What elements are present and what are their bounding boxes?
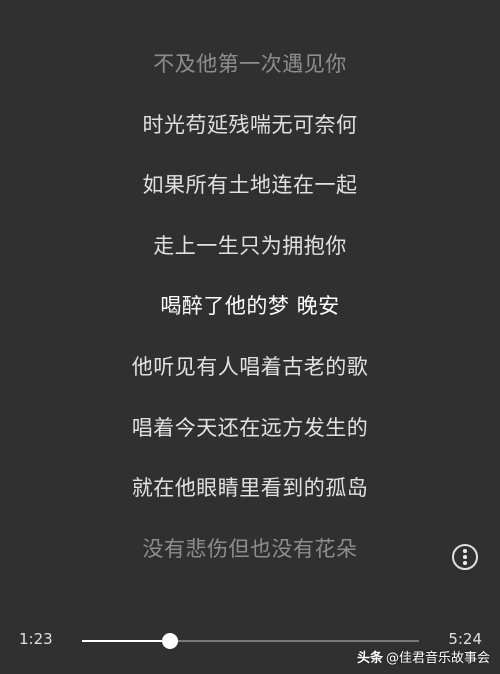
lyrics-screen: 不及他第一次遇见你 时光苟延残喘无可奈何 如果所有土地连在一起 走上一生只为拥抱你 喝醉… <box>0 0 500 674</box>
lyric-line[interactable]: 时光苟延残喘无可奈何 <box>0 95 500 156</box>
lyric-line[interactable]: 不及他第一次遇见你 <box>0 34 500 95</box>
lyrics-list: 不及他第一次遇见你 时光苟延残喘无可奈何 如果所有土地连在一起 走上一生只为拥抱你 喝醉… <box>0 34 500 579</box>
watermark: 头条 @佳君音乐故事会 <box>357 647 490 666</box>
watermark-brand: 头条 <box>356 651 383 666</box>
lyric-line-current[interactable]: 喝醉了他的梦 晚安 <box>0 276 500 337</box>
watermark-account: @佳君音乐故事会 <box>385 651 490 666</box>
seek-progress <box>82 640 170 642</box>
more-vertical-icon <box>463 549 467 553</box>
lyric-line[interactable]: 走上一生只为拥抱你 <box>0 216 500 277</box>
seek-thumb[interactable] <box>161 633 178 649</box>
lyric-line[interactable]: 唱着今天还在远方发生的 <box>0 398 500 459</box>
current-time: 1:23 <box>19 630 53 648</box>
lyric-line[interactable]: 没有悲伤但也没有花朵 <box>0 519 500 580</box>
lyric-line[interactable]: 他听见有人唱着古老的歌 <box>0 337 500 398</box>
lyric-line[interactable]: 就在他眼睛里看到的孤岛 <box>0 458 500 519</box>
total-time: 5:24 <box>448 630 482 648</box>
more-options-button[interactable] <box>452 544 478 570</box>
lyric-line[interactable]: 如果所有土地连在一起 <box>0 155 500 216</box>
